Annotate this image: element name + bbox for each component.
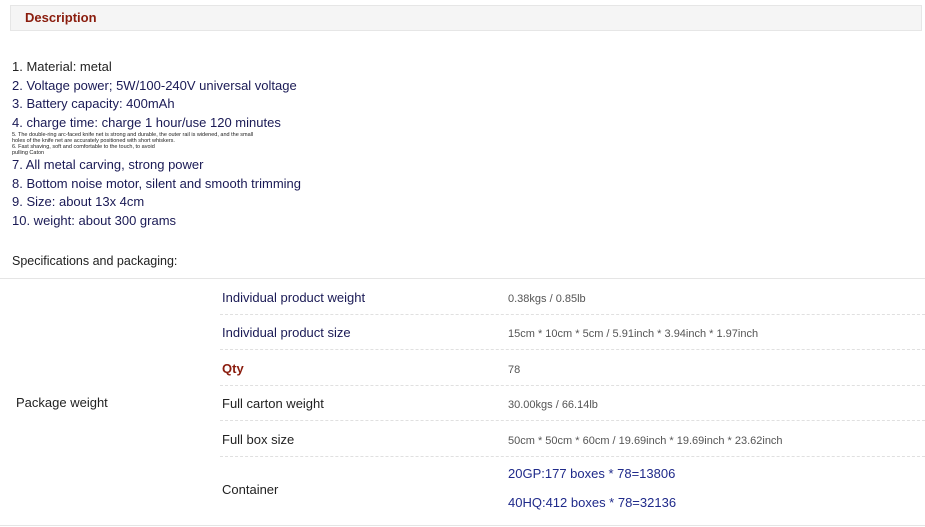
row-value: 15cm * 10cm * 5cm / 5.91inch * 3.94inch … [508, 328, 759, 340]
row-value: 20GP:177 boxes * 78=13806 [508, 466, 676, 481]
list-item: 8. Bottom noise motor, silent and smooth… [12, 175, 302, 191]
group-label: Package weight [16, 395, 108, 410]
list-item: 7. All metal carving, strong power [12, 157, 204, 172]
description-title: Description [25, 10, 97, 25]
list-item: 9. Size: about 13x 4cm [12, 194, 145, 209]
row-value: 78 [508, 364, 521, 376]
row-value: 50cm * 50cm * 60cm / 19.69inch * 19.69in… [508, 435, 783, 447]
specs-title: Specifications and packaging: [12, 254, 178, 268]
row-key: Individual product weight [222, 290, 366, 305]
table-row: Individual product size 15cm * 10cm * 5c… [220, 315, 925, 350]
row-value: 40HQ:412 boxes * 78=32136 [508, 495, 677, 510]
table-row-container: Container 20GP:177 boxes * 78=13806 40HQ… [220, 457, 925, 523]
row-key: Container [222, 482, 279, 497]
row-key: Full box size [222, 432, 295, 447]
table-row: Full carton weight 30.00kgs / 66.14lb [220, 386, 925, 421]
table-row: Qty 78 [220, 350, 925, 386]
list-item: 1. Material: metal [12, 59, 112, 74]
list-item: 3. Battery capacity: 400mAh [12, 96, 175, 111]
row-value: 30.00kgs / 66.14lb [508, 399, 598, 411]
row-value: 0.38kgs / 0.85lb [508, 293, 586, 305]
table-row: Individual product weight 0.38kgs / 0.85… [220, 279, 925, 315]
row-key: Individual product size [222, 325, 351, 340]
table-row: Full box size 50cm * 50cm * 60cm / 19.69… [220, 421, 925, 457]
list-item: 10. weight: about 300 grams [12, 212, 177, 228]
list-item: 2. Voltage power; 5W/100-240V universal … [12, 77, 297, 93]
row-key: Qty [222, 361, 244, 376]
feature-list: 1. Material: metal 2. Voltage power; 5W/… [12, 58, 612, 230]
description-header: Description [10, 5, 922, 31]
list-item: 4. charge time: charge 1 hour/use 120 mi… [12, 114, 281, 130]
row-key: Full carton weight [222, 396, 324, 411]
specs-table: Package weight Individual product weight… [0, 278, 925, 526]
